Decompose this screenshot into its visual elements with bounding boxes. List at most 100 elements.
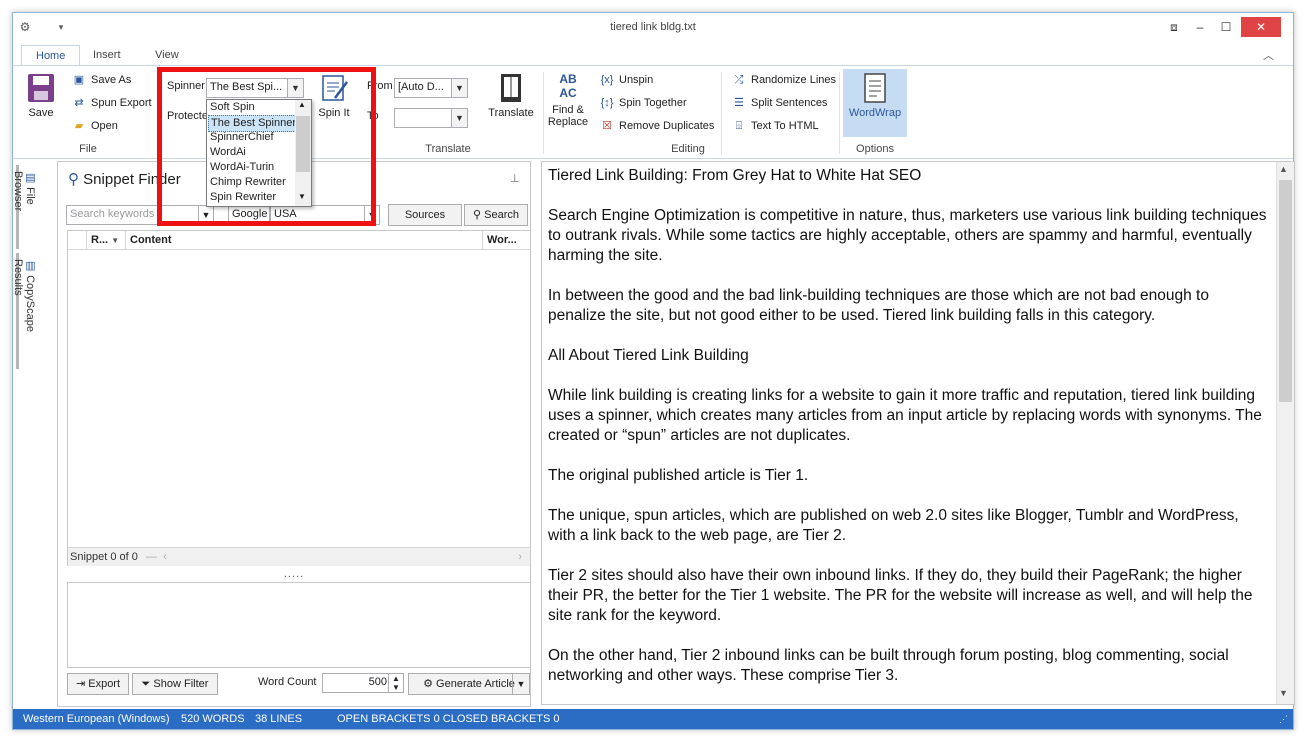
group-separator	[721, 72, 722, 154]
group-separator	[839, 72, 840, 154]
find-replace-icon: AB AC	[559, 72, 577, 100]
pin-icon[interactable]: ⊥	[510, 172, 520, 185]
status-brackets: OPEN BRACKETS 0 CLOSED BRACKETS 0	[337, 713, 560, 725]
editing-group-label: Editing	[671, 143, 705, 155]
status-bar: Western European (Windows) 520 WORDS 38 …	[13, 709, 1293, 729]
chevron-down-icon[interactable]: ▼	[451, 109, 467, 127]
scroll-down-icon[interactable]: ▼	[1279, 688, 1288, 698]
wordwrap-label: WordWrap	[848, 107, 902, 119]
find-replace-button[interactable]: AB AC Find & Replace	[547, 72, 589, 128]
remove-duplicates-button[interactable]: ☒ Remove Duplicates	[599, 116, 714, 136]
column-header-words[interactable]: Wor...	[483, 231, 529, 249]
tab-insert[interactable]: Insert	[79, 45, 135, 65]
wordwrap-button[interactable]: WordWrap	[843, 69, 907, 137]
open-label: Open	[91, 120, 118, 132]
document-paragraph: The unique, spun articles, which are pub…	[548, 507, 1239, 544]
tab-view[interactable]: View	[141, 45, 193, 65]
chevron-down-icon[interactable]: ▼	[512, 674, 529, 694]
document-scrollbar[interactable]: ▲ ▼	[1276, 162, 1294, 704]
show-filter-button[interactable]: ⏷ Show Filter	[132, 673, 218, 695]
translate-button[interactable]: Translate	[483, 72, 539, 119]
word-count-label: Word Count	[258, 676, 317, 688]
randomize-lines-label: Randomize Lines	[751, 74, 836, 86]
sources-button[interactable]: Sources	[388, 204, 462, 226]
snippet-preview[interactable]	[67, 582, 531, 668]
chevron-down-icon[interactable]: ▼	[451, 79, 467, 97]
split-sentences-button[interactable]: ☰ Split Sentences	[731, 93, 827, 113]
grid-header-indicator	[68, 231, 87, 249]
text-to-html-button[interactable]: ⌹ Text To HTML	[731, 116, 819, 136]
to-language-select[interactable]: ▼	[394, 108, 468, 128]
text-to-html-icon: ⌹	[735, 120, 743, 132]
scroll-up-icon[interactable]: ▲	[1279, 164, 1288, 174]
open-folder-icon: ▰	[74, 120, 84, 132]
generate-article-label: Generate Article	[436, 678, 515, 690]
tab-home[interactable]: Home	[21, 45, 81, 66]
snippet-finder-panel: ⚲ Snippet Finder ⊥ Search keywords ▼ Goo…	[57, 161, 531, 707]
spin-together-button[interactable]: {↕} Spin Together	[599, 93, 687, 113]
document-paragraph: In between the good and the bad link-bui…	[548, 287, 1209, 324]
randomize-lines-button[interactable]: ⤮ Randomize Lines	[731, 70, 836, 90]
grid-footer: Snippet 0 of 0 — ‹ ›	[68, 547, 530, 566]
chevron-down-icon: ▼	[111, 236, 120, 245]
unspin-button[interactable]: {x} Unspin	[599, 70, 654, 90]
restore-icon[interactable]: ⧈	[1161, 17, 1187, 37]
resize-grip-icon[interactable]: ⋰	[1279, 709, 1288, 729]
stepper-icon[interactable]: ▲ ▼	[388, 674, 403, 692]
document-editor[interactable]: Tiered Link Building: From Grey Hat to W…	[541, 161, 1295, 705]
app-window: ⚙ ▾ tiered link bldg.txt ⧈ – ☐ ✕ Home In…	[12, 12, 1295, 730]
copyscape-results-tab[interactable]: ▥ CopyScape Results	[12, 253, 37, 369]
text-to-html-label: Text To HTML	[751, 120, 819, 132]
column-header-content[interactable]: Content	[126, 231, 483, 249]
word-count-input[interactable]: 500 ▲ ▼	[322, 673, 404, 693]
search-placeholder: Search keywords	[70, 208, 155, 220]
word-count-value: 500	[368, 676, 387, 688]
file-browser-tab[interactable]: ▤ File Browser	[12, 165, 37, 249]
split-sentences-icon: ☰	[734, 97, 744, 109]
spun-export-icon: ⇄	[74, 97, 84, 109]
save-button[interactable]: Save	[21, 72, 61, 119]
save-as-button[interactable]: ▣ Save As	[71, 70, 132, 90]
status-encoding: Western European (Windows)	[23, 713, 170, 725]
document-paragraph: All About Tiered Link Building	[548, 347, 749, 364]
search-icon: ⚲	[473, 209, 482, 221]
save-as-icon: ▣	[73, 74, 85, 86]
chevron-right-icon[interactable]: ›	[518, 548, 522, 566]
filter-icon: ⏷	[141, 678, 151, 690]
from-language-select[interactable]: [Auto D... ▼	[394, 78, 468, 98]
copyscape-icon: ▥	[24, 259, 36, 272]
scrollbar-thumb[interactable]	[1279, 180, 1292, 402]
snippet-count: Snippet 0 of 0	[70, 551, 138, 563]
minimize-button[interactable]: –	[1187, 17, 1213, 37]
grid-nav-icon[interactable]: — ‹	[146, 548, 167, 566]
spun-export-button[interactable]: ⇄ Spun Export	[71, 93, 152, 113]
translate-label: Translate	[488, 107, 534, 119]
randomize-lines-icon: ⤮	[734, 74, 744, 86]
unspin-label: Unspin	[619, 74, 654, 86]
document-paragraph: Tier 2 sites should also have their own …	[548, 567, 1253, 624]
close-button[interactable]: ✕	[1241, 17, 1281, 37]
from-language-value: [Auto D...	[398, 81, 444, 93]
spun-export-label: Spun Export	[91, 97, 152, 109]
search-button[interactable]: ⚲ Search	[464, 204, 528, 226]
unspin-icon: {x}	[600, 74, 614, 86]
column-header-rank[interactable]: R... ▼	[87, 231, 126, 249]
panel-splitter[interactable]: .....	[58, 568, 530, 580]
window-title: tiered link bldg.txt	[610, 21, 696, 33]
save-as-label: Save As	[91, 74, 132, 86]
highlight-annotation	[157, 67, 376, 226]
generate-article-button[interactable]: ⚙ Generate Article ▼	[408, 673, 530, 695]
collapse-ribbon-icon[interactable]: ︿	[1263, 47, 1274, 63]
save-icon	[28, 74, 54, 102]
maximize-button[interactable]: ☐	[1213, 17, 1239, 37]
status-word-count: 520 WORDS	[181, 713, 245, 725]
spin-together-icon: {↕}	[600, 97, 614, 109]
export-button[interactable]: ⇥ Export	[67, 673, 129, 695]
open-button[interactable]: ▰ Open	[71, 116, 118, 136]
title-bar: ⚙ ▾ tiered link bldg.txt ⧈ – ☐ ✕	[13, 13, 1293, 43]
document-paragraph: Search Engine Optimization is competitiv…	[548, 207, 1267, 264]
show-filter-label: Show Filter	[153, 678, 209, 690]
find-replace-label: Find & Replace	[547, 104, 589, 128]
save-label: Save	[28, 107, 54, 119]
split-sentences-label: Split Sentences	[751, 97, 828, 109]
